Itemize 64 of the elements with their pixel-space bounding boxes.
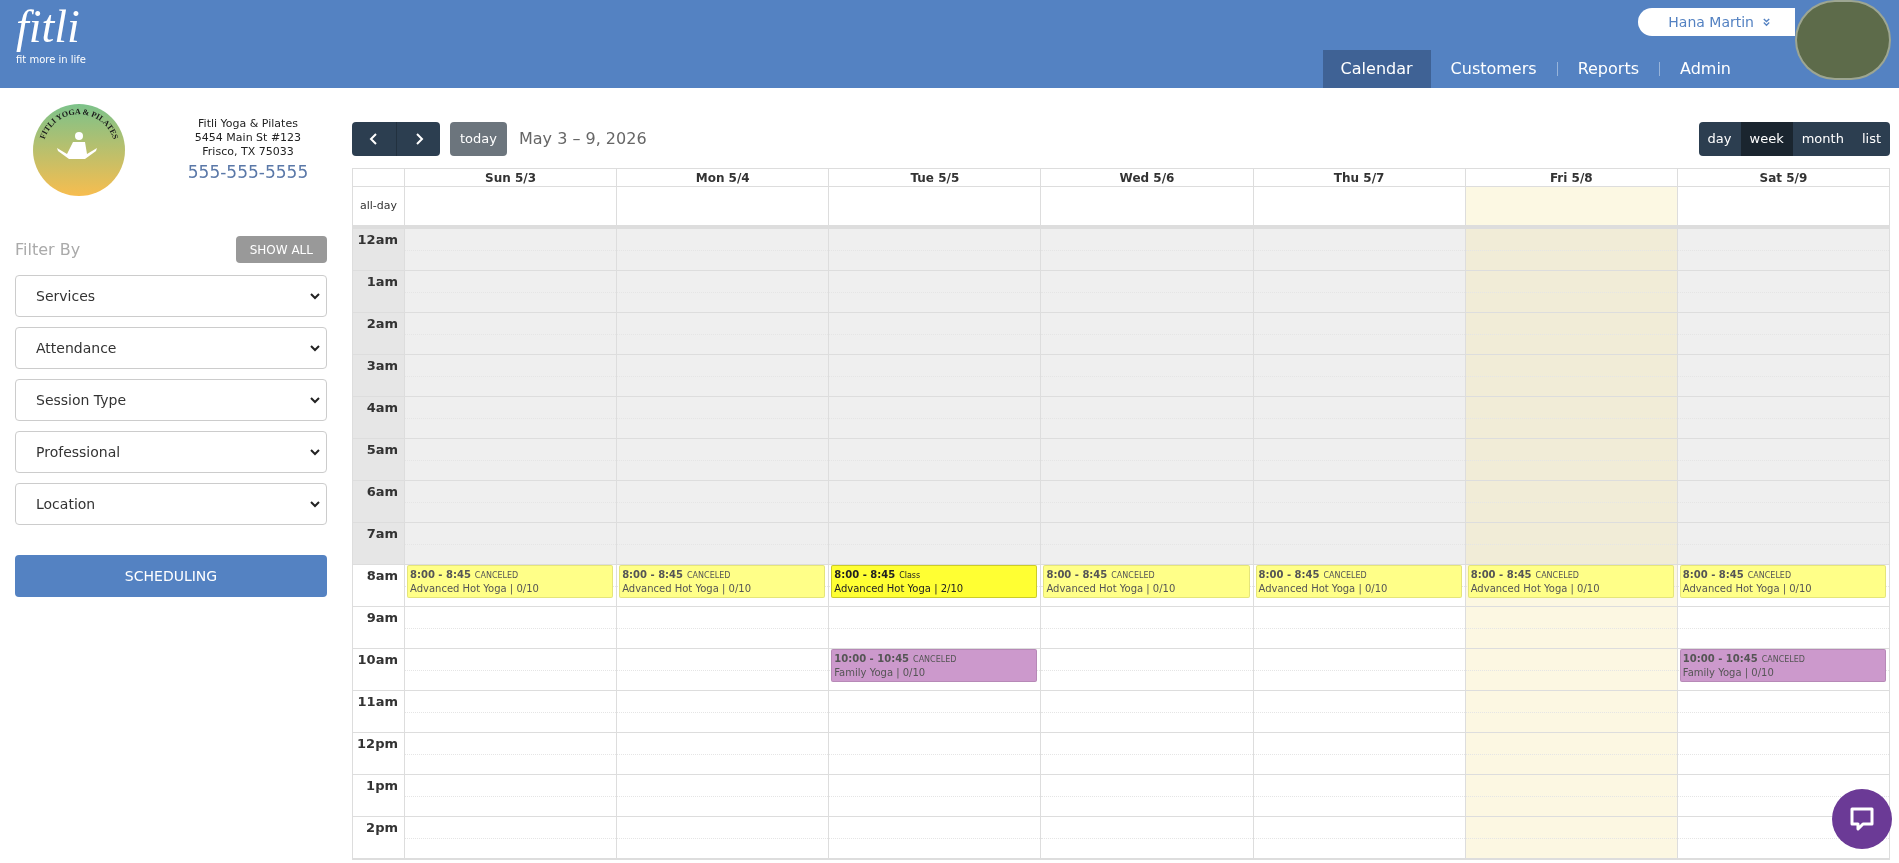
day-header: Wed 5/6 [1041,169,1254,186]
previous-button[interactable] [352,122,396,156]
filter-dropdown[interactable]: Professional [15,431,327,473]
day-header: Fri 5/8 [1465,169,1678,186]
view-tab[interactable]: month [1792,122,1853,156]
calendar-event[interactable]: 8:00 - 8:45 CANCELED Advanced Hot Yoga | 0/10 [407,565,614,598]
hour-label: 6am [366,483,398,501]
nav-tab[interactable]: Admin [1660,50,1751,88]
filter-dropdown[interactable]: Location [15,483,327,525]
scheduling-button[interactable]: SCHEDULING [15,555,327,597]
view-tab[interactable]: list [1852,122,1890,156]
filter-dropdown[interactable]: Session Type [15,379,327,421]
view-tab[interactable]: week [1740,122,1793,156]
hour-label: 4am [366,399,398,417]
double-chevron-icon [1762,17,1771,27]
hour-label: 8am [366,567,398,585]
hour-label: 3am [366,357,398,375]
chevron-down-icon [310,448,320,456]
studio-name: Fitli Yoga & Pilates [198,117,298,131]
hour-label: 1am [366,273,398,291]
hour-label: 5am [366,441,398,459]
nav-tab[interactable]: Calendar [1322,50,1431,88]
hour-label: 12am [357,231,398,249]
date-range-title: May 3 – 9, 2026 [518,128,647,150]
hour-label: 11am [357,693,398,711]
chevron-down-icon [310,500,320,508]
chevron-right-icon [413,133,424,145]
day-header: Mon 5/4 [617,169,830,186]
next-button[interactable] [396,122,440,156]
hour-label: 7am [366,525,398,543]
hour-label: 2am [366,315,398,333]
nav-tab[interactable]: Customers [1430,50,1557,88]
filter-label: Filter By [15,238,81,261]
calendar-event[interactable]: 8:00 - 8:45 CANCELED Advanced Hot Yoga | 0/10 [1679,565,1886,598]
day-header: Tue 5/5 [829,169,1042,186]
all-day-label: all-day [359,197,398,214]
filter-dropdown[interactable]: Attendance [15,327,327,369]
nav-tab[interactable]: Reports [1557,50,1659,88]
calendar-event[interactable]: 8:00 - 8:45 Class Advanced Hot Yoga | 2/10 [831,565,1038,598]
view-tab[interactable]: day [1698,122,1741,156]
calendar-event[interactable]: 8:00 - 8:45 CANCELED Advanced Hot Yoga | 0/10 [1043,565,1250,598]
studio-phone: 555-555-5555 [187,161,309,183]
calendar-event[interactable]: 8:00 - 8:45 CANCELED Advanced Hot Yoga | 0/10 [1467,565,1674,598]
today-button[interactable]: today [450,122,507,156]
calendar-event[interactable]: 8:00 - 8:45 CANCELED Advanced Hot Yoga | 0/10 [619,565,826,598]
hour-label: 12pm [357,735,398,753]
hour-label: 2pm [366,819,398,837]
filter-dropdown[interactable]: Services [15,275,327,317]
studio-address: 5454 Main St #123 [194,131,302,145]
brand-tagline: fit more in life [16,54,86,66]
hour-label: 1pm [366,777,398,795]
studio-city: Frisco, TX 75033 [202,145,294,159]
day-header: Sat 5/9 [1758,170,1809,186]
chevron-left-icon [369,133,379,145]
chevron-down-icon [310,292,320,300]
hour-label: 10am [357,651,398,669]
calendar-event[interactable]: 8:00 - 8:45 CANCELED Advanced Hot Yoga | 0/10 [1255,565,1462,598]
chevron-down-icon [310,344,320,352]
hour-label: 9am [366,609,398,627]
day-header: Sun 5/3 [405,169,618,186]
chevron-down-icon [310,396,320,404]
day-header: Thu 5/7 [1253,169,1466,186]
user-menu-button[interactable]: Hana Martin [1638,8,1795,36]
brand-logo: fitli [16,2,81,52]
